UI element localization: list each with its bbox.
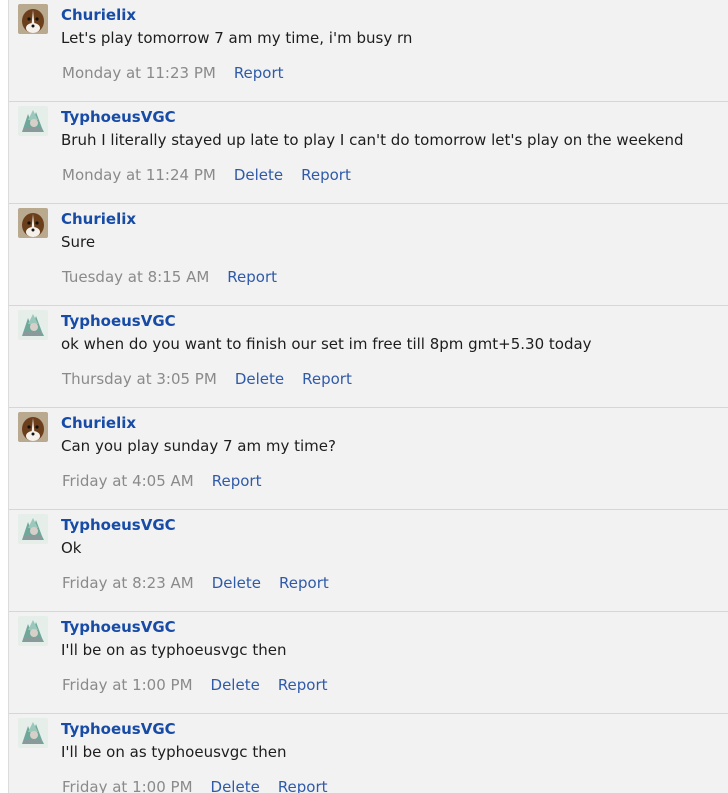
report-link[interactable]: Report — [278, 778, 328, 793]
message: TyphoeusVGC Ok Friday at 8:23 AM Delete Re… — [9, 510, 728, 612]
author-name[interactable]: Churielix — [61, 414, 136, 432]
delete-link[interactable]: Delete — [235, 370, 284, 388]
report-link[interactable]: Report — [301, 166, 351, 184]
timestamp[interactable]: Thursday at 3:05 PM — [62, 370, 217, 388]
report-link[interactable]: Report — [279, 574, 329, 592]
avatar[interactable] — [18, 514, 48, 544]
message: Churielix Sure Tuesday at 8:15 AM Report — [9, 204, 728, 306]
report-link[interactable]: Report — [212, 472, 262, 490]
message-meta: Thursday at 3:05 PM Delete Report — [62, 370, 352, 388]
message: TyphoeusVGC ok when do you want to finis… — [9, 306, 728, 408]
timestamp[interactable]: Monday at 11:23 PM — [62, 64, 216, 82]
timestamp[interactable]: Friday at 4:05 AM — [62, 472, 194, 490]
timestamp[interactable]: Monday at 11:24 PM — [62, 166, 216, 184]
message: TyphoeusVGC I'll be on as typhoeusvgc th… — [9, 714, 728, 793]
author-name[interactable]: TyphoeusVGC — [61, 618, 176, 636]
delete-link[interactable]: Delete — [234, 166, 283, 184]
message-text: Ok — [61, 539, 82, 557]
message-text: I'll be on as typhoeusvgc then — [61, 641, 287, 659]
timestamp[interactable]: Friday at 8:23 AM — [62, 574, 194, 592]
avatar[interactable] — [18, 106, 48, 136]
message: Churielix Let's play tomorrow 7 am my ti… — [9, 0, 728, 102]
message-meta: Friday at 4:05 AM Report — [62, 472, 261, 490]
message-meta: Monday at 11:23 PM Report — [62, 64, 284, 82]
message-meta: Tuesday at 8:15 AM Report — [62, 268, 277, 286]
delete-link[interactable]: Delete — [211, 778, 260, 793]
message-meta: Monday at 11:24 PM Delete Report — [62, 166, 351, 184]
report-link[interactable]: Report — [234, 64, 284, 82]
timestamp[interactable]: Friday at 1:00 PM — [62, 778, 193, 793]
avatar[interactable] — [18, 310, 48, 340]
delete-link[interactable]: Delete — [211, 676, 260, 694]
author-name[interactable]: TyphoeusVGC — [61, 312, 176, 330]
message: TyphoeusVGC I'll be on as typhoeusvgc th… — [9, 612, 728, 714]
report-link[interactable]: Report — [302, 370, 352, 388]
avatar[interactable] — [18, 208, 48, 238]
message-feed: Churielix Let's play tomorrow 7 am my ti… — [8, 0, 728, 793]
timestamp[interactable]: Tuesday at 8:15 AM — [62, 268, 209, 286]
delete-link[interactable]: Delete — [212, 574, 261, 592]
message: Churielix Can you play sunday 7 am my ti… — [9, 408, 728, 510]
avatar[interactable] — [18, 616, 48, 646]
message-text: I'll be on as typhoeusvgc then — [61, 743, 287, 761]
report-link[interactable]: Report — [227, 268, 277, 286]
author-name[interactable]: TyphoeusVGC — [61, 516, 176, 534]
author-name[interactable]: Churielix — [61, 210, 136, 228]
message-text: Sure — [61, 233, 96, 251]
avatar[interactable] — [18, 718, 48, 748]
report-link[interactable]: Report — [278, 676, 328, 694]
author-name[interactable]: TyphoeusVGC — [61, 720, 176, 738]
avatar[interactable] — [18, 4, 48, 34]
message-text: Let's play tomorrow 7 am my time, i'm bu… — [61, 29, 413, 47]
message-meta: Friday at 1:00 PM Delete Report — [62, 676, 328, 694]
message-text: ok when do you want to finish our set im… — [61, 335, 592, 353]
author-name[interactable]: TyphoeusVGC — [61, 108, 176, 126]
avatar[interactable] — [18, 412, 48, 442]
author-name[interactable]: Churielix — [61, 6, 136, 24]
message-text: Can you play sunday 7 am my time? — [61, 437, 336, 455]
message-text: Bruh I literally stayed up late to play … — [61, 131, 684, 149]
timestamp[interactable]: Friday at 1:00 PM — [62, 676, 193, 694]
message-meta: Friday at 8:23 AM Delete Report — [62, 574, 329, 592]
message-meta: Friday at 1:00 PM Delete Report — [62, 778, 328, 793]
message: TyphoeusVGC Bruh I literally stayed up l… — [9, 102, 728, 204]
